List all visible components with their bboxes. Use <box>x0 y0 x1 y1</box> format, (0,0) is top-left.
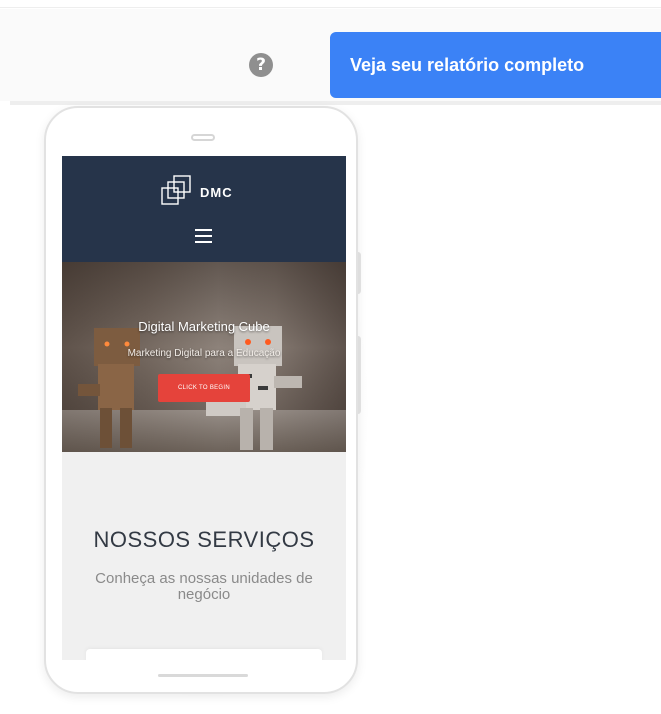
cardboard-robot-left-image <box>78 328 140 448</box>
mobile-screenshot: DMC Digital Marketing Cube Marketing Dig… <box>62 156 346 660</box>
site-header: DMC <box>62 156 346 262</box>
site-logo[interactable]: DMC <box>160 174 233 210</box>
hero-banner: Digital Marketing Cube Marketing Digital… <box>62 262 346 452</box>
phone-speaker <box>191 134 215 141</box>
phone-home-indicator <box>158 674 248 677</box>
service-card <box>86 649 322 660</box>
report-toolbar: ? Veja seu relatório completo <box>0 9 661 101</box>
mobile-preview-frame: DMC Digital Marketing Cube Marketing Dig… <box>44 106 358 694</box>
question-mark-icon[interactable]: ? <box>249 53 273 77</box>
hamburger-menu-icon[interactable] <box>195 229 212 243</box>
toolbar-divider <box>10 101 661 105</box>
page: ? Veja seu relatório completo DMC Digita… <box>0 0 661 714</box>
click-to-begin-button[interactable]: CLICK TO BEGIN <box>158 374 250 402</box>
hero-title: Digital Marketing Cube <box>138 319 270 334</box>
stacked-squares-logo-icon <box>161 175 191 205</box>
full-report-button[interactable]: Veja seu relatório completo <box>330 32 661 98</box>
services-title: NOSSOS SERVIÇOS <box>93 527 315 552</box>
cardboard-robot-right-image <box>206 326 302 450</box>
hero-subtitle: Marketing Digital para a Educação <box>127 348 281 359</box>
logo-text: DMC <box>200 184 233 200</box>
top-divider <box>0 0 661 8</box>
services-subtitle: Conheça as nossas unidades de negócio <box>95 570 313 603</box>
